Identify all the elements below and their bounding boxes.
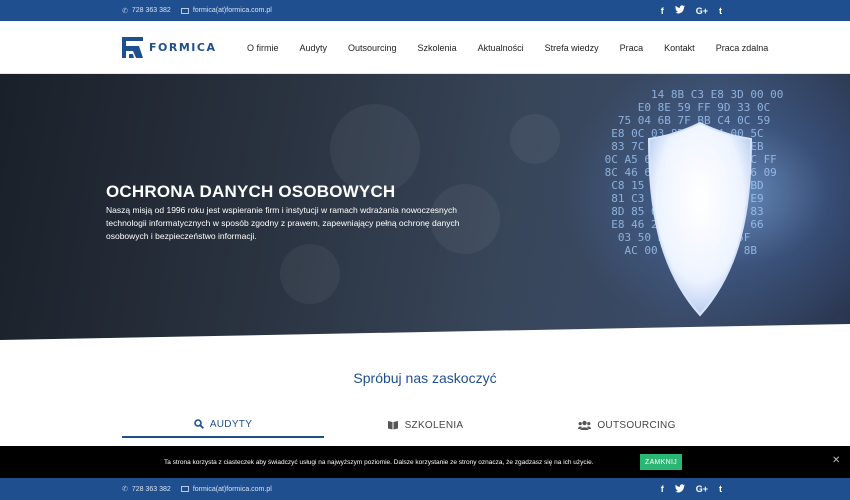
menu-item-o-firmie[interactable]: O firmie <box>247 43 279 53</box>
logo[interactable]: FORMICA <box>122 37 216 58</box>
menu: O firmie Audyty Outsourcing Szkolenia Ak… <box>247 21 789 74</box>
tumblr-icon[interactable]: t <box>719 484 722 494</box>
hero-title: OCHRONA DANYCH OSOBOWYCH <box>106 182 396 201</box>
phone-number: 728 363 382 <box>131 485 171 493</box>
facebook-icon[interactable]: f <box>661 484 664 494</box>
twitter-icon[interactable] <box>674 5 685 16</box>
email-item[interactable]: formica(at)formica.com.pl <box>180 7 272 14</box>
cookie-message: Ta strona korzysta z ciasteczek aby świa… <box>164 458 594 466</box>
top-contact-bar: ✆ 728 363 382 formica(at)formica.com.pl … <box>0 0 850 21</box>
bottom-contact-bar: ✆ 728 363 382 formica(at)formica.com.pl … <box>0 478 850 500</box>
facebook-icon[interactable]: f <box>661 6 664 16</box>
menu-item-szkolenia[interactable]: Szkolenia <box>418 43 457 53</box>
phone-item[interactable]: ✆ 728 363 382 <box>122 485 171 494</box>
menu-item-praca-zdalna[interactable]: Praca zdalna <box>716 43 769 53</box>
menu-item-praca[interactable]: Praca <box>620 43 644 53</box>
social-links: f G+ t <box>661 478 722 500</box>
hero-description: Naszą misją od 1996 roku jest wspieranie… <box>106 205 460 241</box>
menu-item-strefa-wiedzy[interactable]: Strefa wiedzy <box>545 43 599 53</box>
email-address: formica(at)formica.com.pl <box>192 7 272 14</box>
close-icon[interactable]: ✕ <box>832 455 840 466</box>
main-navigation: FORMICA O firmie Audyty Outsourcing Szko… <box>0 21 850 74</box>
phone-icon: ✆ <box>122 486 128 493</box>
tab-outsourcing[interactable]: OUTSOURCING <box>526 412 728 438</box>
phone-icon: ✆ <box>122 7 128 15</box>
phone-item[interactable]: ✆ 728 363 382 <box>122 7 171 15</box>
contact-info: ✆ 728 363 382 formica(at)formica.com.pl <box>122 478 272 500</box>
tab-label: OUTSOURCING <box>597 419 676 431</box>
logo-text: FORMICA <box>149 41 217 54</box>
tab-audyty[interactable]: AUDYTY <box>122 412 324 438</box>
menu-item-kontakt[interactable]: Kontakt <box>664 43 695 53</box>
tab-szkolenia[interactable]: SZKOLENIA <box>324 412 526 438</box>
contact-info: ✆ 728 363 382 formica(at)formica.com.pl <box>122 0 272 21</box>
menu-item-audyty[interactable]: Audyty <box>300 43 328 53</box>
tumblr-icon[interactable]: t <box>719 6 722 16</box>
twitter-icon[interactable] <box>674 483 685 495</box>
search-icon <box>194 419 204 429</box>
mail-icon <box>180 7 189 14</box>
formica-logo-icon <box>122 37 143 58</box>
tab-label: AUDYTY <box>209 418 253 430</box>
social-links: f G+ t <box>661 0 722 21</box>
users-icon <box>578 420 592 430</box>
tab-label: SZKOLENIA <box>404 419 464 431</box>
phone-number: 728 363 382 <box>131 7 171 14</box>
email-item[interactable]: formica(at)formica.com.pl <box>180 485 272 493</box>
service-tabs: AUDYTY SZKOLENIA OUTSOURCING <box>122 412 728 438</box>
menu-item-aktualnosci[interactable]: Aktualności <box>478 43 524 53</box>
book-icon <box>387 421 398 430</box>
menu-item-outsourcing[interactable]: Outsourcing <box>348 43 397 53</box>
mail-icon <box>180 486 189 492</box>
google-plus-icon[interactable]: G+ <box>696 6 708 16</box>
section-title: Spróbuj nas zaskoczyć <box>353 370 497 386</box>
hero-banner: 14 8B C3 E8 3D 00 00 E0 8E 59 FF 9D 33 0… <box>0 74 850 340</box>
email-address: formica(at)formica.com.pl <box>192 485 272 493</box>
google-plus-icon[interactable]: G+ <box>696 484 708 494</box>
cookie-close-button[interactable]: ZAMKNIJ <box>640 454 683 470</box>
cookie-notice: Ta strona korzysta z ciasteczek aby świa… <box>0 446 850 478</box>
